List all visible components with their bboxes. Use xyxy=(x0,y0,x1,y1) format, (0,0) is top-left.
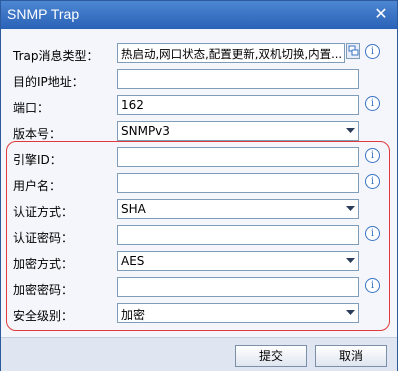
encrypt-method-label: 加密方式： xyxy=(13,257,74,271)
version-label: 版本号： xyxy=(13,127,62,141)
target-ip-input[interactable] xyxy=(117,69,359,89)
list-picker-icon xyxy=(348,45,359,56)
auth-method-label: 认证方式： xyxy=(13,205,74,219)
snmp-trap-dialog: SNMP Trap ✕ Trap消息类型： 热启动,网口状态,配置更新,双机切换… xyxy=(0,0,398,371)
trap-type-picker-button[interactable] xyxy=(346,43,360,59)
auth-password-input[interactable] xyxy=(117,225,359,245)
close-icon[interactable]: ✕ xyxy=(373,5,389,23)
info-icon[interactable]: i xyxy=(365,226,380,241)
engine-id-label: 引擎ID： xyxy=(13,153,62,167)
submit-button[interactable]: 提交 xyxy=(235,345,307,367)
version-value: SNMPv3 xyxy=(121,124,170,138)
security-level-value: 加密 xyxy=(121,308,146,322)
port-label: 端口： xyxy=(13,101,50,115)
title-bar[interactable]: SNMP Trap ✕ xyxy=(1,1,397,29)
encrypt-password-label: 加密密码： xyxy=(13,283,74,297)
auth-method-value: SHA xyxy=(121,202,146,216)
info-icon[interactable]: i xyxy=(365,278,380,293)
info-icon[interactable]: i xyxy=(365,44,380,59)
dialog-title: SNMP Trap xyxy=(7,6,80,22)
trap-type-label: Trap消息类型： xyxy=(13,49,99,63)
chevron-down-icon[interactable] xyxy=(342,304,358,322)
security-level-label: 安全级别： xyxy=(13,309,74,323)
trap-type-field[interactable]: 热启动,网口状态,配置更新,双机切换,内置... xyxy=(117,43,345,63)
info-icon[interactable]: i xyxy=(365,96,380,111)
version-select[interactable]: SNMPv3 xyxy=(117,121,359,141)
encrypt-password-input[interactable] xyxy=(117,277,359,297)
chevron-down-icon[interactable] xyxy=(342,252,358,270)
cancel-button[interactable]: 取消 xyxy=(315,345,387,367)
auth-password-label: 认证密码： xyxy=(13,231,74,245)
username-input[interactable] xyxy=(117,173,359,193)
encrypt-method-value: AES xyxy=(121,254,145,268)
security-level-select[interactable]: 加密 xyxy=(117,303,359,323)
port-input[interactable]: 162 xyxy=(117,95,359,115)
info-icon[interactable]: i xyxy=(365,174,380,189)
target-ip-label: 目的IP地址： xyxy=(13,75,84,89)
chevron-down-icon[interactable] xyxy=(342,200,358,218)
auth-method-select[interactable]: SHA xyxy=(117,199,359,219)
engine-id-input[interactable] xyxy=(117,147,359,167)
encrypt-method-select[interactable]: AES xyxy=(117,251,359,271)
username-label: 用户名： xyxy=(13,179,62,193)
info-icon[interactable]: i xyxy=(365,148,380,163)
chevron-down-icon[interactable] xyxy=(342,122,358,140)
